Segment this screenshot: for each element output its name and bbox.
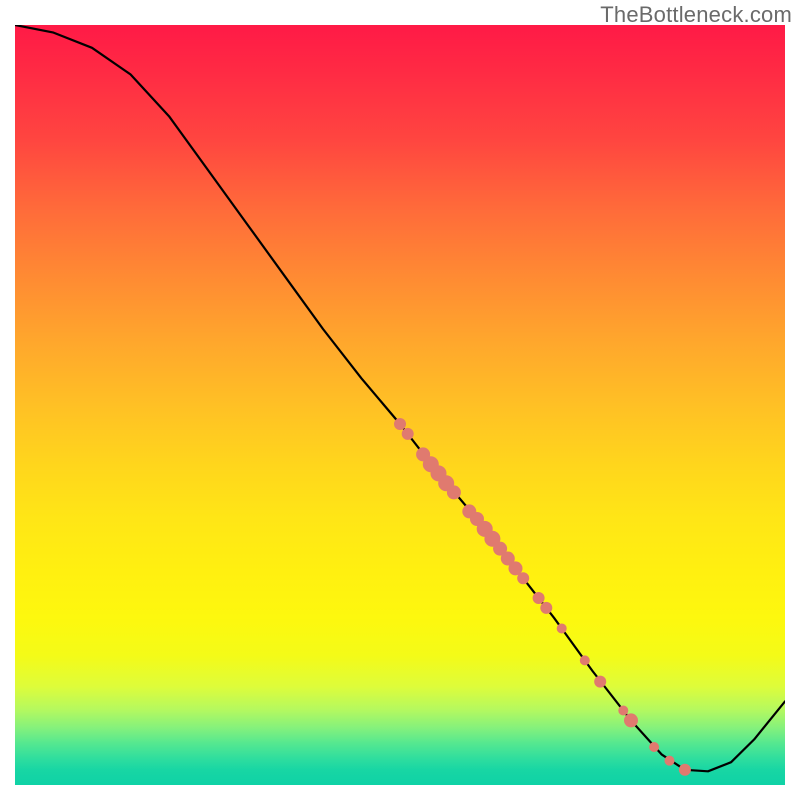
plot-area — [15, 25, 785, 785]
curve-line — [15, 25, 785, 771]
data-marker — [517, 572, 529, 584]
watermark-text: TheBottleneck.com — [600, 2, 792, 28]
markers-group — [394, 418, 691, 776]
data-marker — [533, 592, 545, 604]
data-marker — [557, 623, 567, 633]
data-marker — [447, 485, 461, 499]
chart-container: TheBottleneck.com — [0, 0, 800, 800]
data-marker — [402, 428, 414, 440]
data-marker — [665, 756, 675, 766]
data-marker — [540, 602, 552, 614]
data-marker — [594, 676, 606, 688]
data-marker — [649, 742, 659, 752]
data-marker — [624, 713, 638, 727]
data-marker — [618, 706, 628, 716]
data-marker — [394, 418, 406, 430]
data-marker — [679, 764, 691, 776]
chart-svg — [15, 25, 785, 785]
data-marker — [580, 655, 590, 665]
